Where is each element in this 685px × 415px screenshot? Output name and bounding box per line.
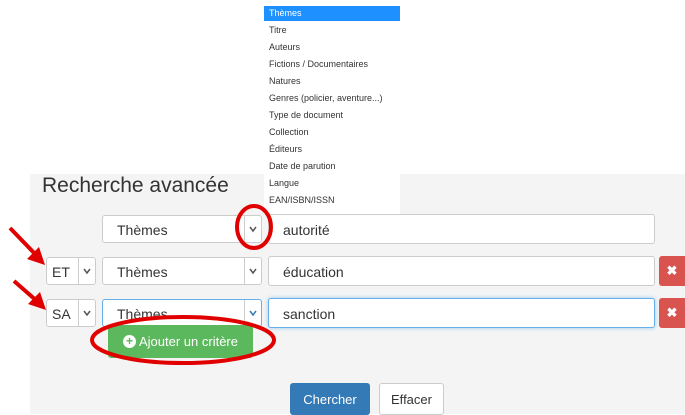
red-arrow-icon	[12, 279, 46, 310]
highlight-ellipse	[90, 315, 276, 365]
highlight-circle	[235, 204, 273, 250]
annotation-overlay	[8, 204, 276, 365]
red-arrow-icon	[8, 226, 45, 265]
